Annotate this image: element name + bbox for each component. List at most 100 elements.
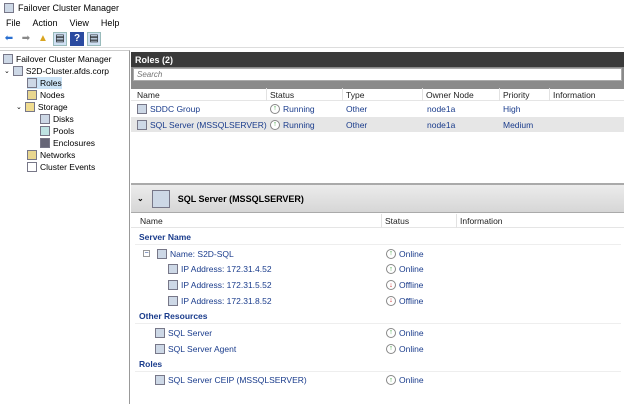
col-information[interactable]: Information xyxy=(457,214,617,228)
disks-icon xyxy=(40,114,50,124)
pools-icon xyxy=(40,126,50,136)
resource-icon xyxy=(155,375,165,386)
col-priority[interactable]: Priority xyxy=(500,88,550,101)
tree-item-label: Pools xyxy=(53,126,75,136)
tree-cluster-label: S2D-Cluster.afds.corp xyxy=(25,66,110,76)
enclosures-icon xyxy=(40,138,50,148)
role-status: Running xyxy=(283,103,315,114)
tree-item-nodes[interactable]: Nodes xyxy=(27,89,65,101)
menu-view[interactable]: View xyxy=(64,18,95,28)
resource-icon xyxy=(157,248,167,259)
resource-row[interactable]: IP Address: 172.31.5.52 ↓ Offline xyxy=(131,278,624,293)
section-header: Other Resources xyxy=(139,311,208,322)
table-row[interactable]: SDDC Group ↑ Running Other node1a High xyxy=(131,101,624,116)
resource-row[interactable]: − Name: S2D-SQL ↑ Online xyxy=(131,246,624,261)
up-folder-icon[interactable]: ▲ xyxy=(36,32,50,46)
resource-status: Online xyxy=(399,248,424,259)
online-icon: ↑ xyxy=(386,248,396,259)
tree-item-label: Storage xyxy=(37,102,68,112)
tree-item-enclosures[interactable]: Enclosures xyxy=(40,137,95,149)
cluster-icon xyxy=(4,3,14,13)
resource-icon xyxy=(168,264,178,275)
nodes-icon xyxy=(27,90,37,100)
window-title: Failover Cluster Manager xyxy=(18,3,120,13)
tree-root[interactable]: Failover Cluster Manager xyxy=(3,53,111,65)
tree-item-label: Roles xyxy=(40,78,62,88)
col-type[interactable]: Type xyxy=(343,88,423,101)
section-divider xyxy=(135,370,621,372)
details-column-header: Name Status Information xyxy=(131,214,624,228)
resource-row[interactable]: SQL Server CEIP (MSSQLSERVER) ↑ Online xyxy=(131,373,624,388)
online-icon: ↑ xyxy=(386,327,396,338)
resource-name: SQL Server CEIP (MSSQLSERVER) xyxy=(168,375,307,386)
toolbar: ⬅ ➡ ▲ ▤ ? ▤ xyxy=(0,30,624,48)
tree-item-networks[interactable]: Networks xyxy=(27,149,75,161)
search-bar xyxy=(131,67,624,89)
running-icon: ↑ xyxy=(270,103,280,114)
roles-column-header: Name Status Type Owner Node Priority Inf… xyxy=(131,88,624,101)
resource-status: Online xyxy=(399,375,424,386)
tree-item-storage[interactable]: ⌄ Storage xyxy=(16,101,68,113)
menu-help[interactable]: Help xyxy=(95,18,126,28)
col-information[interactable]: Information xyxy=(550,88,624,101)
tree-item-label: Disks xyxy=(53,114,74,124)
col-name[interactable]: Name xyxy=(137,214,382,228)
role-owner: node1a xyxy=(427,103,456,114)
role-icon xyxy=(137,103,147,114)
section-header: Roles xyxy=(139,358,163,369)
role-type: Other xyxy=(346,119,368,130)
details-header: ⌄ SQL Server (MSSQLSERVER) xyxy=(131,183,624,213)
col-name[interactable]: Name xyxy=(134,88,267,101)
cluster-events-icon xyxy=(27,162,37,172)
resource-row[interactable]: IP Address: 172.31.4.52 ↑ Online xyxy=(131,262,624,277)
collapse-box-icon[interactable]: − xyxy=(143,250,150,257)
role-owner: node1a xyxy=(427,119,456,130)
resource-status: Online xyxy=(399,264,424,275)
tree-item-label: Cluster Events xyxy=(40,162,96,172)
resource-status: Offline xyxy=(399,295,424,306)
chevron-down-icon[interactable]: ⌄ xyxy=(4,67,10,75)
role-name: SDDC Group xyxy=(150,103,201,114)
running-icon: ↑ xyxy=(270,119,280,130)
menu-action[interactable]: Action xyxy=(27,18,64,28)
resource-row[interactable]: SQL Server Agent ↑ Online xyxy=(131,341,624,356)
role-name: SQL Server (MSSQLSERVER) xyxy=(150,119,267,130)
resource-status: Offline xyxy=(399,280,424,291)
resource-name: IP Address: 172.31.8.52 xyxy=(181,295,272,306)
storage-icon xyxy=(24,102,35,112)
role-priority: Medium xyxy=(503,119,534,130)
back-icon[interactable]: ⬅ xyxy=(2,32,16,46)
show-hide-tree-icon[interactable]: ▤ xyxy=(53,31,67,46)
tree-item-roles[interactable]: Roles xyxy=(27,77,62,89)
roles-icon xyxy=(27,78,37,88)
section-divider xyxy=(135,244,621,245)
tree-item-pools[interactable]: Pools xyxy=(40,125,74,137)
table-row[interactable]: SQL Server (MSSQLSERVER) ↑ Running Other … xyxy=(131,117,624,132)
resource-row[interactable]: IP Address: 172.31.8.52 ↓ Offline xyxy=(131,293,624,308)
offline-icon: ↓ xyxy=(386,280,396,291)
tree-item-disks[interactable]: Disks xyxy=(40,113,74,125)
tree-cluster[interactable]: ⌄ S2D-Cluster.afds.corp xyxy=(4,65,109,77)
show-action-pane-icon[interactable]: ▤ xyxy=(87,31,101,46)
tree-item-cluster-events[interactable]: Cluster Events xyxy=(27,161,95,173)
resource-name: IP Address: 172.31.4.52 xyxy=(181,264,272,275)
resource-row[interactable]: SQL Server ↑ Online xyxy=(131,325,624,340)
tree-item-label: Nodes xyxy=(40,90,65,100)
collapse-chevron-icon[interactable]: ⌄ xyxy=(137,194,144,203)
roles-header: Roles (2) xyxy=(131,52,624,67)
role-type: Other xyxy=(346,103,368,114)
col-status[interactable]: Status xyxy=(382,214,457,228)
online-icon: ↑ xyxy=(386,343,396,354)
resource-icon xyxy=(168,280,178,291)
chevron-down-icon[interactable]: ⌄ xyxy=(16,103,22,111)
col-status[interactable]: Status xyxy=(267,88,343,101)
title-bar: Failover Cluster Manager xyxy=(0,0,624,16)
online-icon: ↑ xyxy=(386,375,396,386)
col-owner-node[interactable]: Owner Node xyxy=(423,88,500,101)
role-status: Running xyxy=(283,119,315,130)
menu-file[interactable]: File xyxy=(0,18,27,28)
search-input[interactable] xyxy=(133,68,622,81)
help-icon[interactable]: ? xyxy=(70,31,84,46)
role-icon xyxy=(151,189,170,208)
forward-icon[interactable]: ➡ xyxy=(19,32,33,46)
